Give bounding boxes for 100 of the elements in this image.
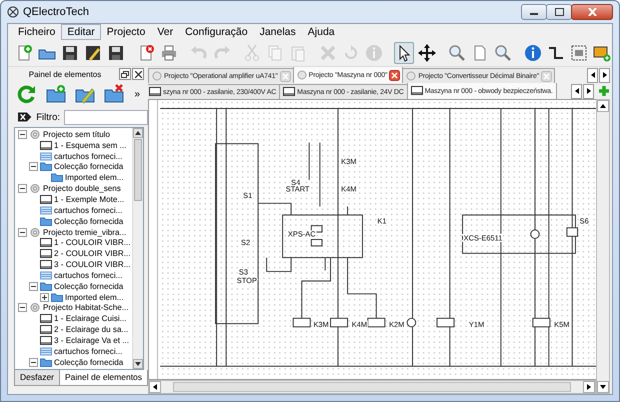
tree-item[interactable]: Projecto Habitat-Sche...	[43, 303, 128, 312]
folder-icon	[51, 172, 63, 184]
dock-tab[interactable]: Painel de elementos	[59, 370, 148, 386]
tree-item[interactable]: 1 - Esquema sem ...	[54, 140, 126, 150]
sheet-icon	[40, 334, 52, 346]
folder-icon	[40, 161, 52, 172]
arrow-up-icon[interactable]	[135, 131, 141, 135]
sheet-icon	[40, 248, 52, 260]
close-button[interactable]	[571, 4, 613, 20]
folder-icon	[40, 356, 52, 368]
tree-item[interactable]: 3 - COULOIR VIBR...	[54, 260, 130, 270]
panel-title: Painel de elementos	[28, 70, 102, 78]
menu-item[interactable]: Editar	[61, 24, 101, 40]
filter-label: Filtro:	[36, 112, 60, 122]
reload-button[interactable]	[16, 83, 38, 105]
menu-item[interactable]: Configuração	[179, 24, 254, 40]
maximize-button[interactable]	[546, 4, 572, 20]
minimize-button[interactable]	[521, 4, 547, 20]
tree-item[interactable]: 1 - Exemple Mote...	[54, 194, 124, 204]
tree-item[interactable]: cartuchos forneci...	[54, 270, 122, 280]
collapse-icon[interactable]	[29, 358, 38, 367]
collapse-icon[interactable]	[29, 282, 38, 291]
scrollbar-thumb[interactable]	[134, 139, 142, 201]
schematic-label: K2M	[389, 320, 404, 329]
tree-item[interactable]: Colecção fornecida	[54, 162, 124, 172]
schematic-label: STOP	[236, 276, 257, 286]
vertical-scrollbar[interactable]	[132, 128, 143, 369]
close-tab-icon[interactable]	[389, 70, 400, 80]
filter-field[interactable]	[64, 110, 148, 124]
tree-item[interactable]: Projecto double_sens	[43, 184, 121, 194]
tree-item[interactable]: cartuchos forneci...	[54, 346, 122, 356]
schematic-label: Y1M	[468, 320, 484, 329]
overflow-button[interactable]: »	[134, 88, 140, 100]
schematic-label: S6	[580, 216, 589, 226]
tree-item[interactable]: 1 - Eclairage Cuisi...	[54, 314, 126, 324]
menu-item[interactable]: Ficheiro	[12, 24, 62, 40]
menu-item[interactable]: Ajuda	[302, 24, 341, 40]
schematic-label: START	[286, 184, 310, 194]
schematic-label: S3	[238, 268, 248, 277]
sheet-icon	[40, 259, 52, 270]
schematic-label: S4	[291, 178, 300, 188]
arrow-right-icon	[602, 72, 606, 78]
app-logo-icon	[7, 6, 19, 18]
tree-item[interactable]: 1 - COULOIR VIBR...	[54, 238, 130, 248]
tree-item[interactable]: 3 - Eclairage Va et ...	[54, 336, 129, 345]
vertical-scrollbar[interactable]	[596, 99, 610, 394]
menu-item[interactable]: Ver	[151, 24, 180, 40]
tree-item[interactable]: Projecto sem título	[43, 130, 110, 139]
sheet-icon	[149, 87, 161, 97]
scroll-left-button[interactable]	[571, 84, 582, 98]
collapse-icon[interactable]	[29, 162, 38, 172]
arrow-down-icon[interactable]	[600, 385, 606, 389]
float-button[interactable]	[119, 68, 131, 80]
horizontal-scrollbar[interactable]	[148, 380, 596, 394]
tree-item[interactable]: Colecção fornecida	[54, 216, 124, 226]
folder-remove-button[interactable]	[103, 83, 125, 105]
add-sheet-icon[interactable]	[598, 85, 610, 97]
title-block-icon	[40, 346, 52, 357]
menu-item[interactable]: Projecto	[100, 24, 152, 40]
arrow-left-icon[interactable]	[153, 384, 157, 390]
scroll-right-button[interactable]	[599, 68, 610, 82]
title-block-icon	[40, 270, 52, 281]
arrow-up-icon[interactable]	[600, 104, 606, 108]
tree-item[interactable]: Colecção fornecida	[54, 358, 124, 367]
arrow-right-icon	[586, 88, 590, 94]
pointer-button[interactable]	[394, 42, 414, 64]
sheet-icon	[40, 237, 52, 248]
sheet-icon	[40, 194, 52, 205]
schematic-label: K3M	[313, 320, 329, 329]
tree-item[interactable]: cartuchos forneci...	[54, 152, 122, 161]
info-button[interactable]	[523, 42, 543, 64]
move-arrows-button[interactable]	[417, 42, 437, 64]
title-block-icon	[40, 204, 52, 216]
clear-filter-icon[interactable]	[18, 111, 32, 123]
tree-item[interactable]: 2 - Eclairage du sa...	[54, 325, 128, 334]
collapse-icon[interactable]	[18, 228, 27, 237]
tree-item[interactable]: 2 - COULOIR VIBR...	[54, 249, 130, 258]
close-button[interactable]	[132, 68, 144, 80]
scroll-right-button[interactable]	[583, 84, 594, 98]
collapse-icon[interactable]	[18, 184, 27, 194]
collapse-icon[interactable]	[18, 130, 27, 139]
schematic-label: K1	[377, 216, 386, 226]
arrow-right-icon[interactable]	[587, 384, 591, 390]
tree-item[interactable]: cartuchos forneci...	[54, 206, 122, 215]
collapse-icon[interactable]	[18, 303, 27, 312]
tree-item[interactable]: Imported elem...	[65, 173, 124, 182]
folder-add-button[interactable]	[45, 83, 67, 105]
expand-icon[interactable]	[40, 292, 49, 302]
arrow-down-icon[interactable]	[135, 362, 141, 366]
tree-item[interactable]: Projecto tremie_vibra...	[43, 228, 126, 237]
close-icon	[134, 70, 142, 78]
menu-item[interactable]: Janelas	[254, 24, 302, 40]
sheet-icon	[40, 140, 52, 151]
tree-item[interactable]: Colecção fornecida	[54, 282, 124, 291]
scroll-left-button[interactable]	[587, 68, 598, 82]
dock-tab[interactable]: Desfazer	[14, 370, 60, 386]
scrollbar-thumb[interactable]	[173, 382, 571, 392]
windows-icon	[121, 70, 129, 78]
tree-item[interactable]: Imported elem...	[65, 292, 124, 302]
folder-icon	[40, 280, 52, 292]
